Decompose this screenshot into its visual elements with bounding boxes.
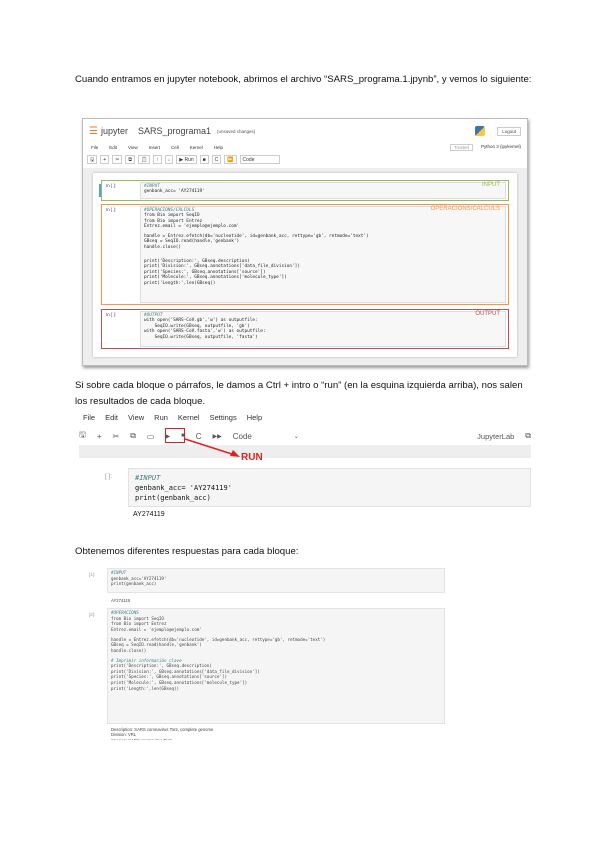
notebook-panel: In [ ]: #INPUT genbank_acc= 'AY274119' INPU…	[93, 173, 517, 357]
cell-output: AY274119	[133, 511, 165, 518]
toolbar-button[interactable]: +	[100, 154, 110, 164]
run-annotation: RUN	[241, 452, 263, 463]
code-line: genbank_acc= 'AY274119'	[135, 484, 232, 492]
results-paragraph: Obtenemos diferentes respuestas para cad…	[75, 546, 299, 557]
cell-prompt: In [ ]:	[106, 207, 117, 212]
notebook-cell[interactable]: In [ ]: #INPUT genbank_acc= 'AY274119' INPU…	[101, 180, 509, 201]
code-line: #INPUT	[135, 474, 161, 482]
menu-item-cell[interactable]: Cell	[171, 145, 179, 150]
cell-tag: INPUT	[482, 182, 500, 188]
cell-tag: OUTPUT	[475, 311, 500, 317]
notebook-cell[interactable]: In [ ]: #OPERACIONS/CÀLCULS from Bio impor…	[101, 204, 509, 305]
code-cell[interactable]: #INPUT genbank_acc='AY274119' print(genban…	[107, 568, 445, 593]
toolbar-button[interactable]: ▶ Run	[176, 154, 197, 164]
menu-item-insert[interactable]: Insert	[149, 145, 160, 150]
cell-prompt: In [ ]:	[106, 312, 117, 317]
code-line: genbank_acc= 'AY274119'	[144, 189, 205, 195]
code-cell[interactable]: #INPUT genbank_acc= 'AY274119' print(genba…	[128, 468, 531, 507]
menu-item-view[interactable]: View	[128, 145, 138, 150]
code-line: print('Length:',len(GBseq))	[111, 685, 180, 691]
jupyter-notebook-screenshot: ☰ jupyter SARS_programa1 (unsaved change…	[82, 118, 528, 366]
menu-item-edit[interactable]: Edit	[109, 145, 117, 150]
menu-item-help[interactable]: Help	[214, 145, 223, 150]
code-line: print(genbank_acc)	[135, 494, 211, 502]
jupyter-logo-icon: ☰	[89, 125, 98, 137]
menu-bar: File Edit View Insert Cell Kernel Help Trusted P…	[91, 143, 521, 152]
notebook-name[interactable]: SARS_programa1	[138, 126, 211, 136]
code-editor[interactable]: #OUTPUT with open('SARS-CoV.gb','w') as o…	[140, 311, 506, 347]
cell-type-select[interactable]: Code	[239, 154, 280, 164]
toolbar-button[interactable]: ⏩	[224, 154, 237, 164]
menu-item-kernel[interactable]: Kernel	[190, 145, 203, 150]
code-editor[interactable]: #INPUT genbank_acc= 'AY274119'	[140, 182, 506, 199]
kernel-indicator: Python 3 (ipykernel)	[480, 144, 521, 149]
logout-button[interactable]: Logout	[497, 126, 521, 136]
cell-output: Description: SARS coronavirus Tor2, comp…	[111, 727, 213, 740]
results-screenshot: [1]: #INPUT genbank_acc='AY274119' print(g…	[85, 565, 447, 740]
cell-prompt: [2]:	[89, 612, 96, 617]
toolbar-button[interactable]: ↓	[164, 154, 174, 164]
code-line: SeqIO.write(GBseq, outputfile, 'fasta')	[144, 334, 258, 340]
code-editor[interactable]: #OPERACIONS/CÀLCULS from Bio import SeqIO…	[140, 206, 506, 303]
toolbar: 🖫 + ✂ ⧉ 📋 ↑ ↓ ▶ Run ■ C ⏩ Code	[87, 154, 521, 164]
toolbar-button[interactable]: ⧉	[125, 154, 135, 164]
toolbar-button[interactable]: ↑	[153, 154, 162, 164]
red-arrow-icon	[184, 438, 240, 457]
toolbar-button[interactable]: ✂	[112, 154, 123, 164]
save-status: (unsaved changes)	[217, 128, 256, 134]
code-line: print('Length:',len(GBseq))	[144, 280, 216, 286]
cell-prompt: [1]:	[89, 572, 96, 577]
cell-tag: OPERACIONS/CÀLCULS	[430, 206, 500, 212]
trusted-indicator[interactable]: Trusted	[449, 144, 473, 151]
jupyterlab-screenshot: File Edit View Run Kernel Settings Help 🖫 + ✂ …	[75, 407, 535, 527]
code-line: print(genbank_acc)	[111, 581, 157, 587]
toolbar-button[interactable]: 📋	[137, 154, 151, 164]
notebook-cell[interactable]: In [ ]: #OUTPUT with open('SARS-CoV.gb','w…	[101, 309, 509, 349]
intro-paragraph: Cuando entramos en jupyter notebook, abr…	[75, 74, 532, 85]
toolbar-button[interactable]: 🖫	[87, 154, 98, 164]
output-line: Species: SARS coronavirus Tor2	[111, 738, 213, 740]
notebook-area: In [ ]: #INPUT genbank_acc= 'AY274119' INPU…	[83, 168, 527, 365]
code-cell[interactable]: #OPERACIONS from Bio import SeqIO from Bio…	[107, 608, 445, 724]
cell-prompt: In [ ]:	[106, 183, 117, 188]
toolbar-button[interactable]: C	[211, 154, 222, 164]
menu-item-file[interactable]: File	[91, 145, 98, 150]
run-paragraph: Si sobre cada bloque o párrafos, le damo…	[75, 380, 523, 407]
cell-output: AY274119	[111, 598, 130, 603]
toolbar-button[interactable]: ■	[199, 154, 209, 164]
python-icon	[475, 126, 486, 136]
cell-prompt: [ ]:	[105, 473, 113, 480]
jupyter-logo-text: jupyter	[100, 126, 128, 136]
